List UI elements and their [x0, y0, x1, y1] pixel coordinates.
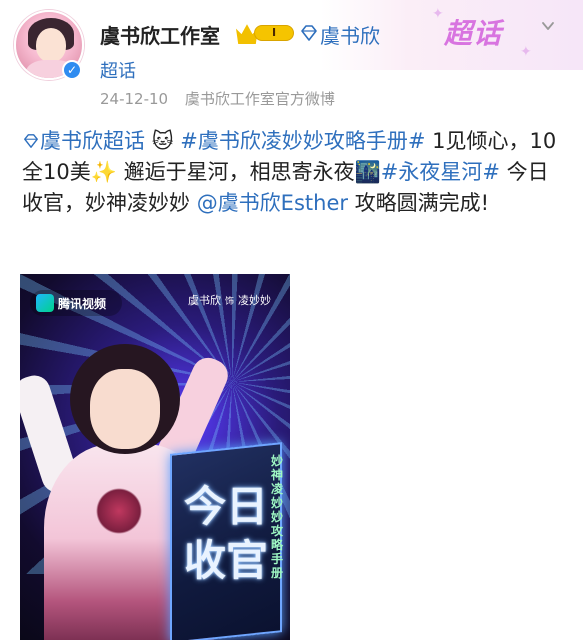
poster-credits: 虞书欣饰凌妙妙 — [188, 292, 271, 308]
credit-sep: 饰 — [225, 297, 235, 307]
vip-level: I — [254, 25, 294, 41]
figure-crest — [92, 484, 146, 538]
sign-text: 今日收官 — [183, 482, 268, 585]
post-source: 虞书欣工作室官方微博 — [184, 90, 335, 108]
side-text: 妙神凌妙妙攻略手册 — [270, 454, 283, 580]
post-date: 24-12-10 — [100, 90, 169, 108]
verified-check-icon: ✓ — [62, 60, 82, 80]
hashtag-link[interactable]: #虞书欣凌妙妙攻略手册# — [180, 129, 425, 153]
post-image[interactable]: 腾讯视频 虞书欣饰凌妙妙 今日收官 妙神凌妙妙攻略手册 — [20, 274, 290, 640]
hashtag-link[interactable]: #永夜星河# — [381, 160, 500, 184]
sparkles-emoji: ✨ — [90, 160, 117, 184]
diamond-topic-icon — [301, 25, 317, 41]
supertopic-label[interactable]: 超话 — [100, 57, 136, 83]
credit-role: 凌妙妙 — [238, 294, 272, 307]
supertopic-logo[interactable]: 超话 — [444, 12, 502, 52]
sparkle-icon: ✦ — [432, 6, 444, 22]
post-text-segment: 攻略圆满完成! — [354, 191, 490, 215]
post-body: 虞书欣超话 🐱 #虞书欣凌妙妙攻略手册# 1见倾心，10全10美✨ 邂逅于星河，… — [22, 126, 562, 219]
night-city-emoji: 🌃 — [354, 160, 381, 184]
credit-actor: 虞书欣 — [188, 294, 221, 307]
topic-link[interactable]: 虞书欣 — [320, 20, 380, 49]
supertopic-tag[interactable]: 虞书欣超话 — [40, 129, 145, 153]
vip-badge[interactable]: I — [236, 22, 294, 44]
sparkle-icon: ✦ — [520, 44, 532, 60]
post-text-segment: 邂逅于星河，相思寄永夜 — [123, 160, 355, 184]
avatar-face — [36, 28, 66, 62]
platform-logo-icon — [36, 294, 54, 312]
account-name[interactable]: 虞书欣工作室 — [100, 20, 220, 49]
chevron-down-icon[interactable] — [540, 18, 556, 34]
figure-face — [90, 369, 160, 449]
platform-logo-text: 腾讯视频 — [58, 297, 107, 311]
post-meta: 24-12-10 虞书欣工作室官方微博 — [100, 88, 347, 109]
mention-link[interactable]: @虞书欣Esther — [197, 191, 348, 215]
cat-emoji: 🐱 — [151, 129, 174, 153]
diamond-topic-icon — [24, 134, 38, 148]
